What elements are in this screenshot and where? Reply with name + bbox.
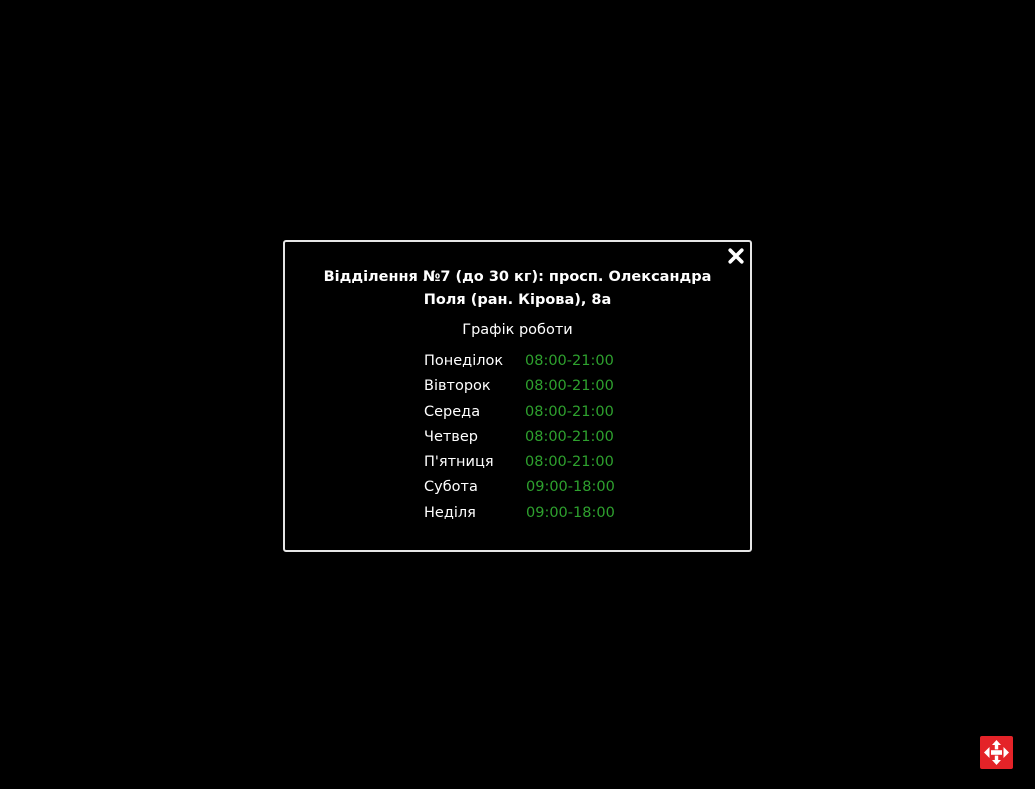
schedule-modal: Відділення №7 (до 30 кг): просп. Олексан… [283, 240, 752, 552]
hours-value: 09:00-18:00 [526, 504, 615, 521]
nova-poshta-logo-button[interactable] [980, 736, 1013, 769]
page: Відділення №7 (до 30 кг): просп. Олексан… [0, 0, 1035, 789]
hours-value: 08:00-21:00 [525, 353, 614, 369]
schedule-row-thursday: Четвер 08:00-21:00 [424, 427, 644, 452]
day-label: Середа [424, 403, 481, 420]
hours-value: 08:00-21:00 [525, 403, 614, 420]
nova-poshta-logo-icon [984, 740, 1009, 765]
close-button[interactable] [728, 248, 744, 264]
schedule-row-friday: П'ятниця 08:00-21:00 [424, 452, 644, 477]
branch-title: Відділення №7 (до 30 кг): просп. Олексан… [323, 269, 712, 308]
hours-value: 08:00-21:00 [525, 378, 614, 395]
schedule-row-sunday: Неділя 09:00-18:00 [424, 503, 644, 528]
hours-value: 08:00-21:00 [525, 454, 614, 471]
schedule-row-wednesday: Середа 08:00-21:00 [424, 402, 644, 427]
day-label: Четвер [424, 428, 478, 445]
schedule-row-monday: Понеділок 08:00-21:00 [424, 351, 644, 376]
schedule-subtitle: Графік роботи [462, 322, 573, 338]
day-label: Понеділок [424, 353, 504, 369]
day-label: П'ятниця [424, 454, 494, 471]
day-label: Вівторок [424, 378, 491, 395]
day-label: Неділя [424, 504, 476, 521]
schedule-row-tuesday: Вівторок 08:00-21:00 [424, 376, 644, 401]
close-icon [728, 248, 744, 264]
day-label: Субота [424, 479, 478, 496]
hours-value: 08:00-21:00 [525, 428, 614, 445]
schedule-list: Понеділок 08:00-21:00 Вівторок 08:00-21:… [424, 351, 644, 528]
hours-value: 09:00-18:00 [526, 479, 615, 496]
schedule-row-saturday: Субота 09:00-18:00 [424, 477, 644, 502]
